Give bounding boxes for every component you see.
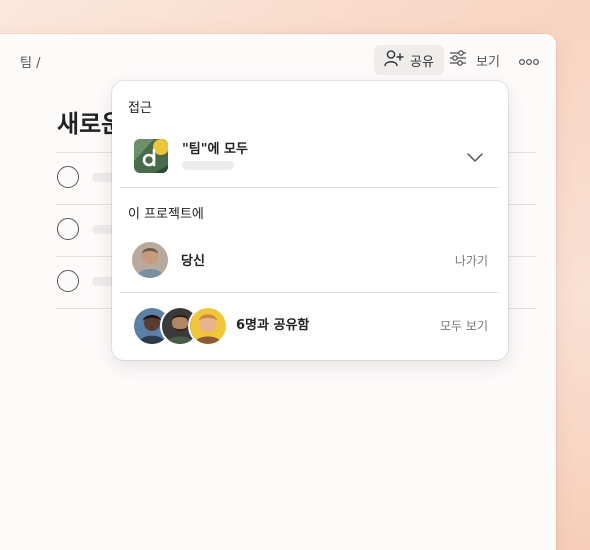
- divider: [120, 187, 500, 188]
- task-checkbox[interactable]: [57, 218, 79, 240]
- access-heading: 접근: [128, 101, 152, 116]
- shared-members-row: 6명과 공유함 모두 보기: [112, 302, 508, 346]
- chevron-down-icon[interactable]: [466, 148, 484, 167]
- view-all-button[interactable]: 모두 보기: [440, 317, 488, 334]
- member-name: 당신: [181, 254, 205, 269]
- view-button[interactable]: 보기: [448, 45, 500, 75]
- sliders-icon: [448, 49, 468, 71]
- avatar: [132, 242, 168, 278]
- share-popover: 접근 "팀"에 모두 이 프로젝트에 당신 나가기 6명과 공유함 모두 보기: [112, 81, 508, 360]
- share-label: 공유: [410, 54, 434, 70]
- share-button[interactable]: 공유: [374, 45, 444, 75]
- access-subtext-placeholder: [182, 161, 234, 170]
- task-checkbox[interactable]: [57, 270, 79, 292]
- breadcrumb[interactable]: 팀 /: [20, 52, 40, 71]
- top-bar: 팀 / 공유 보기: [0, 34, 556, 86]
- member-row-me: 당신 나가기: [112, 237, 508, 281]
- task-checkbox[interactable]: [57, 166, 79, 188]
- more-horizontal-icon: [518, 51, 540, 70]
- shared-count: 6명과 공유함: [236, 318, 310, 333]
- access-selector[interactable]: "팀"에 모두: [112, 133, 508, 179]
- view-label: 보기: [476, 54, 500, 70]
- project-logo: [134, 139, 168, 173]
- leave-button[interactable]: 나가기: [455, 252, 488, 269]
- access-name: "팀"에 모두: [182, 142, 248, 157]
- person-add-icon: [384, 49, 404, 71]
- divider: [120, 292, 500, 293]
- avatar: [188, 306, 228, 346]
- more-button[interactable]: [516, 51, 542, 69]
- project-members-heading: 이 프로젝트에: [128, 207, 204, 222]
